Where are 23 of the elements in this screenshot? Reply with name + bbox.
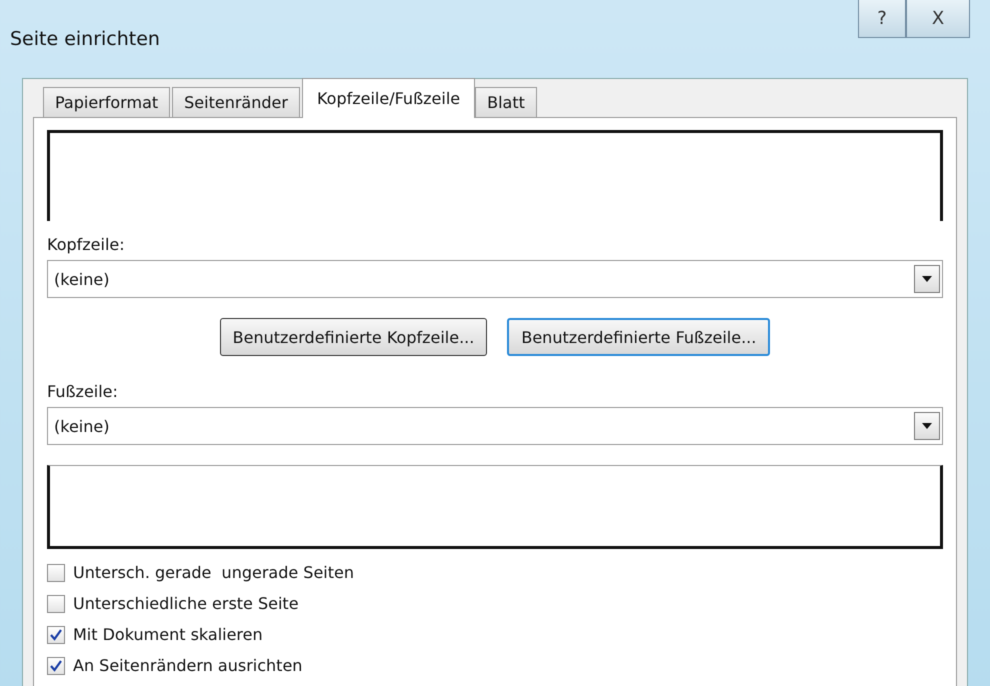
dropdown[interactable]: (keine) xyxy=(47,260,943,298)
tab[interactable]: Seitenränder xyxy=(172,87,300,117)
close-button[interactable]: X xyxy=(906,0,970,38)
tab[interactable]: Kopfzeile/Fußzeile xyxy=(302,78,476,118)
field-label: Fußzeile: xyxy=(47,382,118,401)
checkbox-label: An Seitenrändern ausrichten xyxy=(73,656,302,675)
help-button[interactable]: ? xyxy=(858,0,906,38)
dropdown-value: (keine) xyxy=(54,270,110,288)
window-title: Seite einrichten xyxy=(10,28,160,50)
checkbox[interactable] xyxy=(47,656,65,674)
checkbox[interactable] xyxy=(47,626,65,644)
dropdown-value: (keine) xyxy=(54,416,110,436)
custom-button[interactable]: Benutzerdefinierte Kopfzeile... xyxy=(220,318,488,356)
checkbox-label: Mit Dokument skalieren xyxy=(73,625,263,644)
checkbox[interactable] xyxy=(47,564,65,582)
field-label: Kopfzeile: xyxy=(47,235,125,254)
tab[interactable]: Blatt xyxy=(475,87,537,117)
checkbox-label: Unterschiedliche erste Seite xyxy=(73,594,299,613)
custom-button[interactable]: Benutzerdefinierte Fußzeile... xyxy=(507,318,770,356)
dropdown[interactable]: (keine) xyxy=(47,407,943,445)
checkbox[interactable] xyxy=(47,594,65,612)
checkbox-label: Untersch. gerade ungerade Seiten xyxy=(73,563,354,582)
tab[interactable]: Papierformat xyxy=(43,87,170,117)
